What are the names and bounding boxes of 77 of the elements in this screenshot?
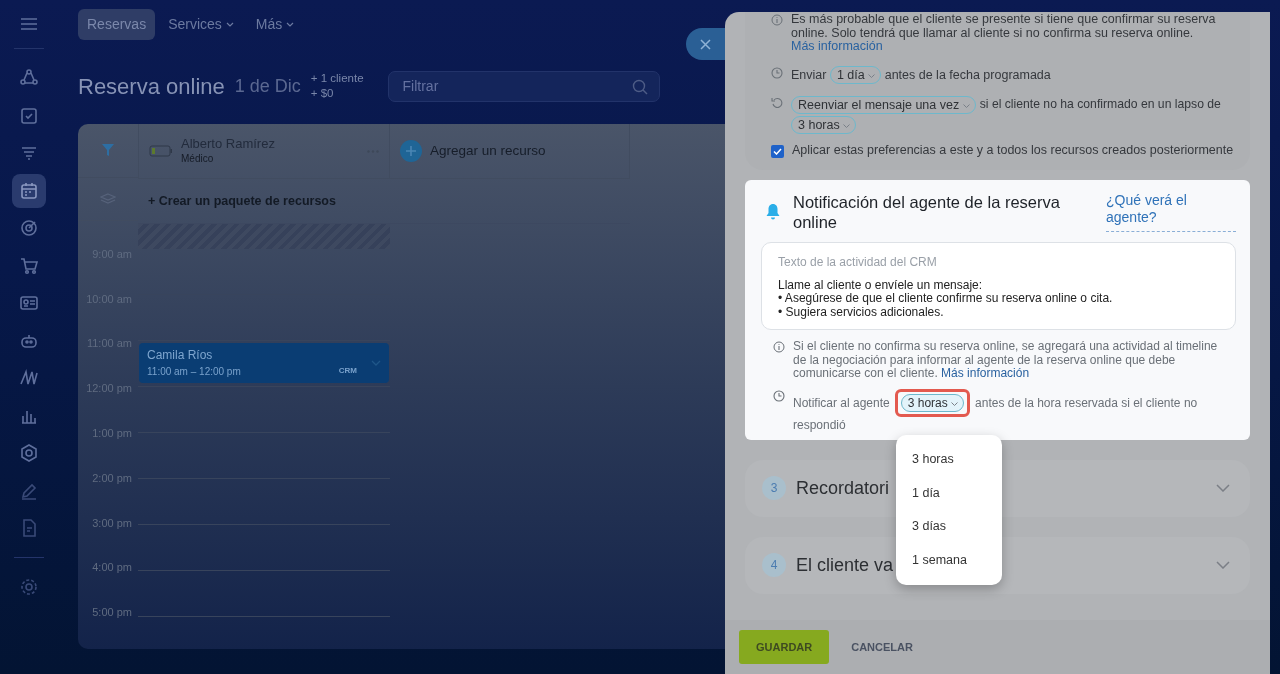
- filter-field[interactable]: Filtrar: [387, 70, 660, 102]
- section-title: El cliente va: [796, 553, 894, 577]
- menu-icon: [20, 18, 37, 30]
- nav-tab[interactable]: Más: [246, 8, 304, 40]
- resend-suffix: si el cliente no ha confirmado en un lapso de: [979, 97, 1221, 112]
- check-icon: [773, 148, 782, 155]
- chevron-down-icon: [371, 360, 381, 366]
- send-label: Enviar: [791, 67, 827, 82]
- funnel-icon: [101, 143, 115, 158]
- more-info-link[interactable]: Más información: [941, 366, 1030, 380]
- time-label: 4:00 pm: [92, 561, 132, 574]
- close-button[interactable]: [686, 28, 725, 60]
- retry-icon: [771, 96, 783, 109]
- help-link[interactable]: ¿Qué verá el agente?: [1106, 191, 1236, 232]
- info-text: Si el cliente no confirma su reserva online, se agregará una actividad al timeline de la negociación para informar al agente de la reserva online que debe comunicarse con el cliente. Más información: [793, 340, 1219, 381]
- time-label: 2:00 pm: [92, 471, 132, 484]
- card-title: Notificación del agente de la reserva online: [793, 191, 1061, 232]
- menu-item[interactable]: 1 semana: [896, 543, 1002, 577]
- chevron-down-icon: [1216, 484, 1230, 492]
- activity-text-box[interactable]: Texto de la actividad del CRM Llame al cliente o envíele un mensaje: • Asegúrese de que el cliente confirme su reserva online o cita. • Sugiera servicios adicionales.: [761, 241, 1236, 330]
- close-icon: [700, 38, 711, 50]
- section-title: Recordatori: [796, 476, 890, 500]
- battery-icon: [149, 145, 173, 157]
- notify-text: Notificar al agente 3 horas antes de la hora reservada si el cliente no respondió: [793, 388, 1220, 434]
- clock-icon: [773, 389, 785, 402]
- activity-text-line: • Asegúrese de que el cliente confirme su reserva online o cita.: [778, 292, 1114, 306]
- save-button[interactable]: GUARDAR: [739, 629, 830, 665]
- nav-tab[interactable]: Services: [159, 8, 243, 40]
- caret-icon: [868, 73, 876, 78]
- search-icon: [631, 78, 648, 95]
- calendar-icon: [18, 180, 39, 201]
- menu-item[interactable]: 3 horas: [896, 443, 1002, 477]
- more-info-link[interactable]: Más información: [791, 39, 883, 53]
- send-suffix: antes de la fecha programada: [884, 67, 1051, 82]
- plus-icon: [400, 140, 422, 162]
- menu-item[interactable]: 3 días: [896, 510, 1002, 544]
- caret-icon: [286, 22, 295, 28]
- stat-link[interactable]: + 1 cliente: [310, 71, 364, 86]
- date-label: 1 de Dic: [234, 74, 301, 98]
- nodes-icon: [18, 68, 39, 88]
- booking-card[interactable]: Camila Ríos 11:00 am – 12:00 pm CRM: [139, 343, 389, 383]
- caret-icon: [843, 123, 851, 128]
- interval-select[interactable]: 3 horas: [900, 393, 965, 412]
- booking-time: 11:00 am – 12:00 pm: [147, 365, 242, 379]
- info-text: Es más probable que el cliente se presente si tiene que confirmar su reserva online. Solo tendrá que llamar al cliente si no confirma su reserva online. Más información: [791, 13, 1217, 54]
- gear-icon: [18, 576, 39, 597]
- caret-icon: [962, 103, 970, 108]
- step-number: 4: [762, 553, 786, 577]
- activity-text-line: • Sugiera servicios adicionales.: [778, 305, 945, 319]
- caret-icon: [951, 401, 959, 406]
- info-icon: [773, 341, 785, 353]
- checkbox-label: Aplicar estas preferencias a este y a todos los recursos creados posteriormente: [792, 143, 1234, 158]
- cancel-button[interactable]: CANCELAR: [839, 629, 925, 665]
- field-label: Texto de la actividad del CRM: [778, 253, 938, 271]
- booking-tag: CRM: [338, 365, 357, 377]
- id-card-icon: [18, 293, 39, 313]
- step-number: 3: [762, 476, 786, 500]
- checkbox-icon: [18, 105, 39, 126]
- info-icon: [771, 14, 783, 26]
- page-title: Reserva online: [78, 72, 225, 101]
- time-label: 3:00 pm: [92, 516, 132, 529]
- caret-icon: [225, 22, 234, 28]
- cart-icon: [18, 255, 39, 276]
- booking-client: Camila Ríos: [147, 347, 214, 364]
- target-icon: [18, 218, 39, 238]
- bell-icon: [765, 202, 781, 220]
- checkbox[interactable]: [771, 144, 784, 158]
- hexagon-icon: [18, 443, 39, 463]
- resource-role: Médico: [181, 152, 215, 166]
- clock-icon: [771, 66, 783, 79]
- stat-link[interactable]: + $0: [310, 86, 334, 101]
- menu-item[interactable]: 1 día: [896, 476, 1002, 510]
- sidebar-item[interactable]: [11, 173, 46, 208]
- time-label: 5:00 pm: [92, 606, 132, 619]
- activity-text-line: Llame al cliente o envíele un mensaje:: [778, 278, 984, 292]
- nav-tab[interactable]: Reservas: [78, 8, 156, 40]
- chevron-down-icon: [1216, 561, 1230, 569]
